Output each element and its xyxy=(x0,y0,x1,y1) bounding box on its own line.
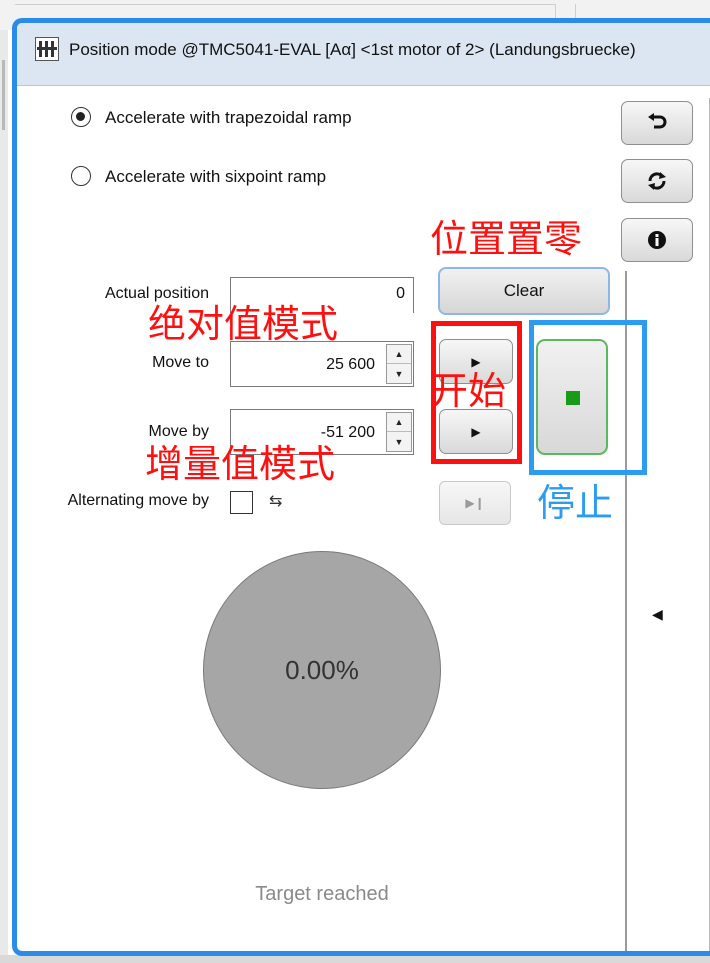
alternating-start-button[interactable]: ▶❙ xyxy=(439,481,511,525)
annotation-stop: 停止 xyxy=(537,481,614,525)
annotation-zero-position: 位置置零 xyxy=(430,217,583,261)
app-icon xyxy=(35,37,59,61)
radio-trapezoidal-ramp[interactable] xyxy=(71,107,91,127)
refresh-button[interactable] xyxy=(621,159,693,203)
swap-arrows-icon: ⇆ xyxy=(269,493,283,510)
stepper-up-icon[interactable]: ▲ xyxy=(387,345,411,364)
move-to-label: Move to xyxy=(152,354,209,371)
play-pause-icon: ▶❙ xyxy=(465,496,485,510)
stepper-up-icon[interactable]: ▲ xyxy=(387,413,411,432)
progress-circle: 0.00% xyxy=(203,551,441,789)
alternating-move-label: Alternating move by xyxy=(67,492,209,509)
target-reached-status: Target reached xyxy=(255,883,389,905)
title-bar[interactable]: Position mode @TMC5041-EVAL [Aα] <1st mo… xyxy=(17,23,710,86)
info-icon xyxy=(648,231,666,249)
radio-label-trapezoidal: Accelerate with trapezoidal ramp xyxy=(105,108,352,127)
collapse-arrow-icon[interactable]: ◀ xyxy=(652,606,663,623)
actual-position-label: Actual position xyxy=(104,285,209,302)
radio-sixpoint-ramp[interactable] xyxy=(71,166,91,186)
clear-button[interactable]: Clear xyxy=(438,267,610,315)
background-divider xyxy=(15,4,555,5)
move-by-stepper[interactable]: ▲ ▼ xyxy=(386,412,412,452)
annotation-incremental-mode: 增量值模式 xyxy=(145,442,336,486)
refresh-icon xyxy=(648,172,666,190)
undo-button[interactable] xyxy=(621,101,693,145)
background-scroll-thumb xyxy=(2,60,5,130)
background-left-edge xyxy=(0,30,8,963)
background-bottom-edge xyxy=(0,955,710,963)
stepper-down-icon[interactable]: ▼ xyxy=(387,432,411,451)
radio-selected-dot xyxy=(76,112,85,121)
annotation-stop-box xyxy=(529,320,647,475)
window-title: Position mode @TMC5041-EVAL [Aα] <1st mo… xyxy=(69,40,636,59)
undo-arrow-icon xyxy=(648,113,667,129)
radio-label-sixpoint: Accelerate with sixpoint ramp xyxy=(105,167,327,186)
stepper-down-icon[interactable]: ▼ xyxy=(387,364,411,383)
alternating-move-checkbox[interactable] xyxy=(230,491,253,514)
move-by-label: Move by xyxy=(148,423,209,440)
annotation-start: 开始 xyxy=(430,369,507,413)
info-button[interactable] xyxy=(621,218,693,262)
annotation-absolute-mode: 绝对值模式 xyxy=(148,302,339,346)
move-to-stepper[interactable]: ▲ ▼ xyxy=(386,344,412,384)
